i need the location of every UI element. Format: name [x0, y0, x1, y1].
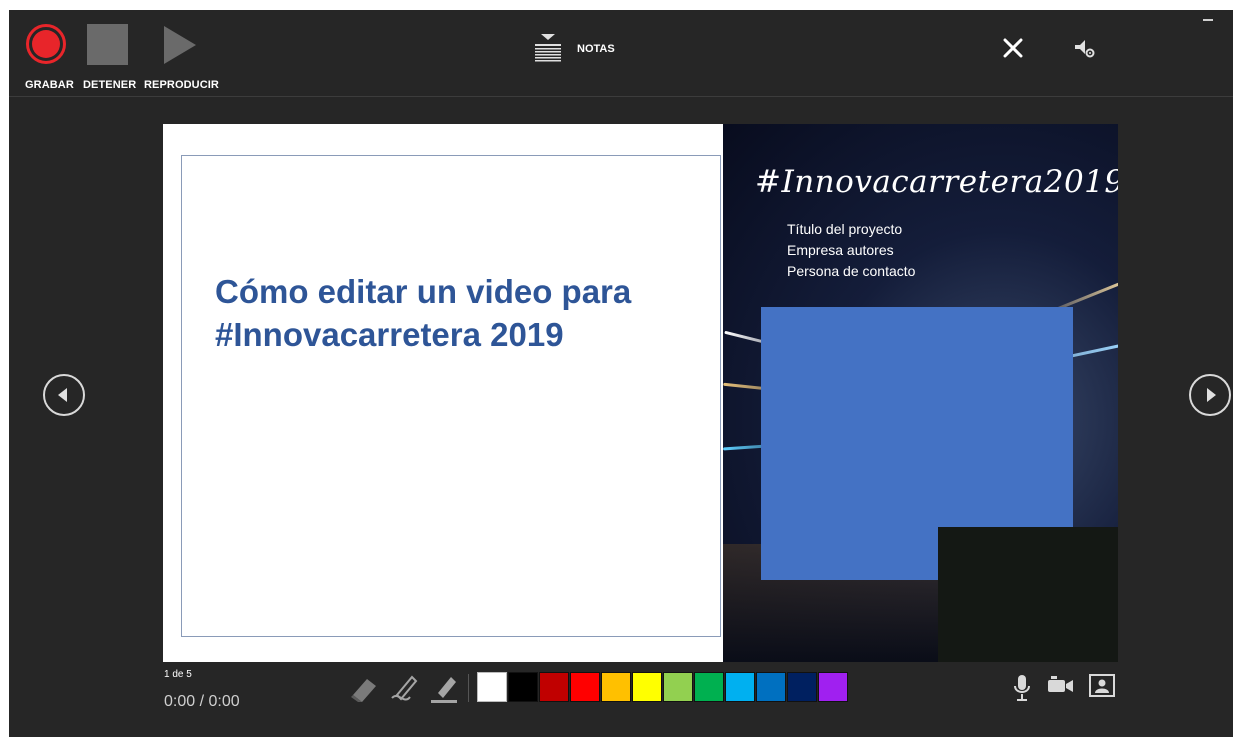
camera-icon[interactable] — [1047, 674, 1077, 698]
camera-preview — [938, 527, 1118, 662]
camera-preview-icon[interactable] — [1089, 674, 1115, 698]
tool-separator — [468, 674, 469, 702]
hashtag-title: #Innovacarretera2019 — [755, 164, 1118, 200]
pen-color-swatch[interactable] — [756, 672, 786, 702]
next-slide-icon — [1207, 388, 1216, 402]
project-title-line: Título del proyecto — [787, 221, 903, 237]
slide-title: Cómo editar un video para #Innovacarrete… — [215, 273, 632, 353]
pen-color-swatch[interactable] — [508, 672, 538, 702]
settings-icon[interactable] — [1073, 37, 1095, 59]
play-icon — [164, 26, 196, 64]
contact-line: Persona de contacto — [787, 263, 916, 279]
pen-color-swatch[interactable] — [663, 672, 693, 702]
pen-icon[interactable] — [390, 671, 420, 705]
notes-label: NOTAS — [577, 43, 615, 55]
minimize-icon[interactable] — [1203, 19, 1213, 21]
pen-color-swatch[interactable] — [725, 672, 755, 702]
pen-color-swatch[interactable] — [477, 672, 507, 702]
slide-counter: 1 de 5 — [164, 669, 192, 680]
pen-color-swatch[interactable] — [539, 672, 569, 702]
notes-icon — [535, 34, 561, 62]
slide-preview: Cómo editar un video para #Innovacarrete… — [163, 124, 1118, 662]
pen-color-swatch[interactable] — [570, 672, 600, 702]
pen-color-swatch[interactable] — [694, 672, 724, 702]
authors-line: Empresa autores — [787, 242, 894, 258]
play-label: REPRODUCIR — [144, 79, 219, 91]
close-icon[interactable] — [1001, 36, 1025, 60]
pen-color-swatch[interactable] — [818, 672, 848, 702]
previous-slide-icon — [58, 388, 67, 402]
record-label: GRABAR — [25, 79, 74, 91]
microphone-icon[interactable] — [1013, 674, 1031, 702]
title-placeholder — [181, 155, 721, 637]
highlighter-icon[interactable] — [429, 671, 459, 705]
record-icon-dot — [32, 30, 60, 58]
stop-label: DETENER — [83, 79, 137, 91]
pen-color-swatch[interactable] — [787, 672, 817, 702]
stop-icon — [87, 24, 128, 65]
recording-timer: 0:00 / 0:00 — [164, 693, 240, 710]
eraser-icon[interactable] — [349, 671, 379, 705]
pen-color-swatch[interactable] — [601, 672, 631, 702]
previous-slide-button[interactable] — [43, 374, 85, 416]
recording-window: GRABAR DETENER REPRODUCIR NOTAS Cómo edi… — [9, 10, 1233, 737]
next-slide-button[interactable] — [1189, 374, 1231, 416]
recording-toolbar: GRABAR DETENER REPRODUCIR NOTAS — [9, 10, 1233, 97]
pen-color-swatch[interactable] — [632, 672, 662, 702]
